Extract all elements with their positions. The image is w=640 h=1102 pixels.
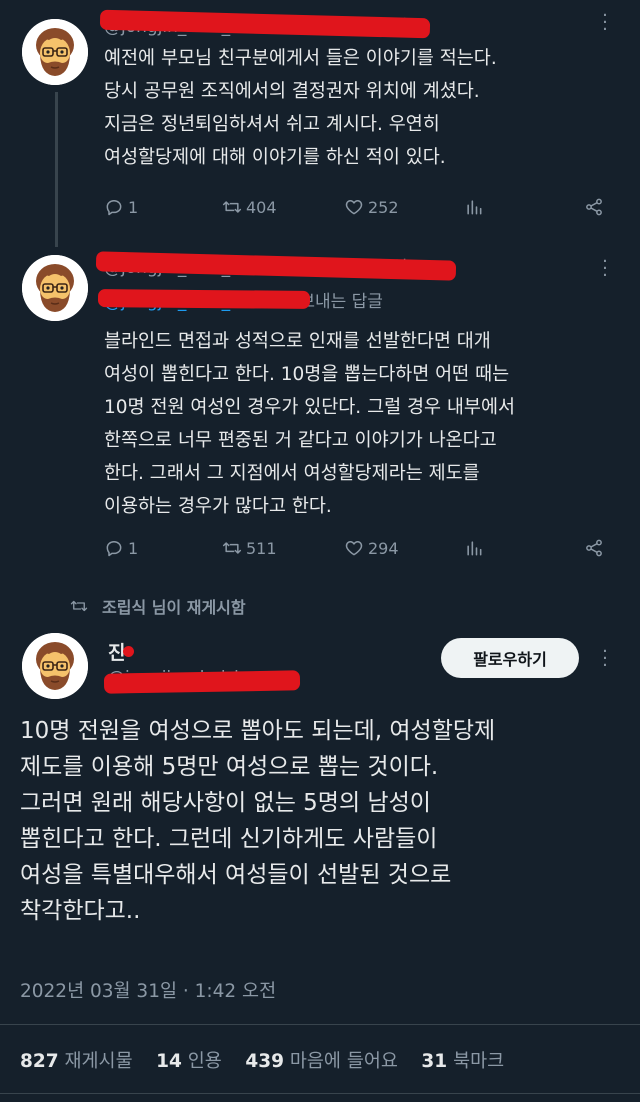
- retweet-button[interactable]: 511: [222, 538, 344, 558]
- analytics-button[interactable]: [464, 197, 584, 217]
- likes-stat[interactable]: 439 마음에 들어요: [245, 1051, 398, 1072]
- like-icon: [344, 538, 364, 558]
- divider: [0, 1024, 640, 1025]
- retweet-banner-text: 조립식 님이 재게시함: [102, 598, 246, 617]
- like-button[interactable]: 294: [344, 538, 464, 558]
- reposts-count: 827: [20, 1051, 59, 1072]
- share-button[interactable]: [584, 538, 608, 558]
- avatar[interactable]: [22, 633, 88, 699]
- share-button[interactable]: [584, 197, 608, 217]
- retweet-banner[interactable]: 조립식 님이 재게시함: [70, 594, 246, 618]
- divider: [0, 1093, 640, 1094]
- likes-count: 439: [245, 1051, 284, 1072]
- analytics-icon: [464, 538, 484, 558]
- share-icon: [584, 197, 604, 217]
- more-icon[interactable]: · · ·: [602, 643, 608, 675]
- like-icon: [344, 197, 364, 217]
- likes-label: 마음에 들어요: [289, 1051, 398, 1072]
- like-button[interactable]: 252: [344, 197, 464, 217]
- quotes-count: 14: [156, 1051, 182, 1072]
- bookmarks-label: 북마크: [453, 1051, 505, 1072]
- redaction-mark: [103, 670, 301, 694]
- retweet-icon: [222, 538, 242, 558]
- tweet-actions: 1 404 252: [104, 194, 612, 220]
- reposts-stat[interactable]: 827 재게시물: [20, 1051, 133, 1072]
- avatar[interactable]: [22, 19, 88, 85]
- retweet-icon: [70, 597, 88, 615]
- reply-count: 1: [128, 197, 139, 217]
- more-icon[interactable]: · · ·: [602, 253, 608, 285]
- avatar[interactable]: [22, 255, 88, 321]
- retweet-icon: [222, 197, 242, 217]
- analytics-icon: [464, 197, 484, 217]
- like-count: 252: [368, 197, 399, 217]
- like-count: 294: [368, 538, 399, 558]
- engagement-stats: 827 재게시물 14 인용 439 마음에 들어요 31 북마크: [20, 1047, 504, 1073]
- retweet-count: 404: [246, 197, 277, 217]
- reply-button[interactable]: 1: [104, 197, 222, 217]
- timestamp[interactable]: 2022년 03월 31일 · 1:42 오전: [20, 977, 276, 1003]
- avatar-bearded-man-icon: [22, 19, 88, 85]
- reply-count: 1: [128, 538, 139, 558]
- tweet-text: 10명 전원을 여성으로 뽑아도 되는데, 여성할당제 제도를 이용해 5명만 …: [20, 718, 496, 924]
- quotes-label: 인용: [187, 1051, 222, 1072]
- retweet-button[interactable]: 404: [222, 197, 344, 217]
- avatar-bearded-man-icon: [22, 633, 88, 699]
- follow-button[interactable]: 팔로우하기: [441, 638, 579, 678]
- tweet-text: 예전에 부모님 친구분에게서 들은 이야기를 적는다. 당시 공무원 조직에서의…: [104, 48, 497, 168]
- bookmarks-stat[interactable]: 31 북마크: [421, 1051, 504, 1072]
- redaction-dot: [123, 646, 134, 657]
- reply-button[interactable]: 1: [104, 538, 222, 558]
- bookmarks-count: 31: [421, 1051, 448, 1072]
- reply-icon: [104, 538, 124, 558]
- share-icon: [584, 538, 604, 558]
- redaction-mark: [97, 289, 311, 309]
- retweet-count: 511: [246, 538, 277, 558]
- quotes-stat[interactable]: 14 인용: [156, 1051, 222, 1072]
- analytics-button[interactable]: [464, 538, 584, 558]
- reply-icon: [104, 197, 124, 217]
- avatar-bearded-man-icon: [22, 255, 88, 321]
- reposts-label: 재게시물: [64, 1051, 133, 1072]
- thread-line: [55, 92, 58, 247]
- more-icon[interactable]: · · ·: [602, 7, 608, 39]
- tweet-text: 블라인드 면접과 성적으로 인재를 선발한다면 대개 여성이 뽑힌다고 한다. …: [104, 331, 515, 517]
- tweet-actions: 1 511 294: [104, 535, 612, 561]
